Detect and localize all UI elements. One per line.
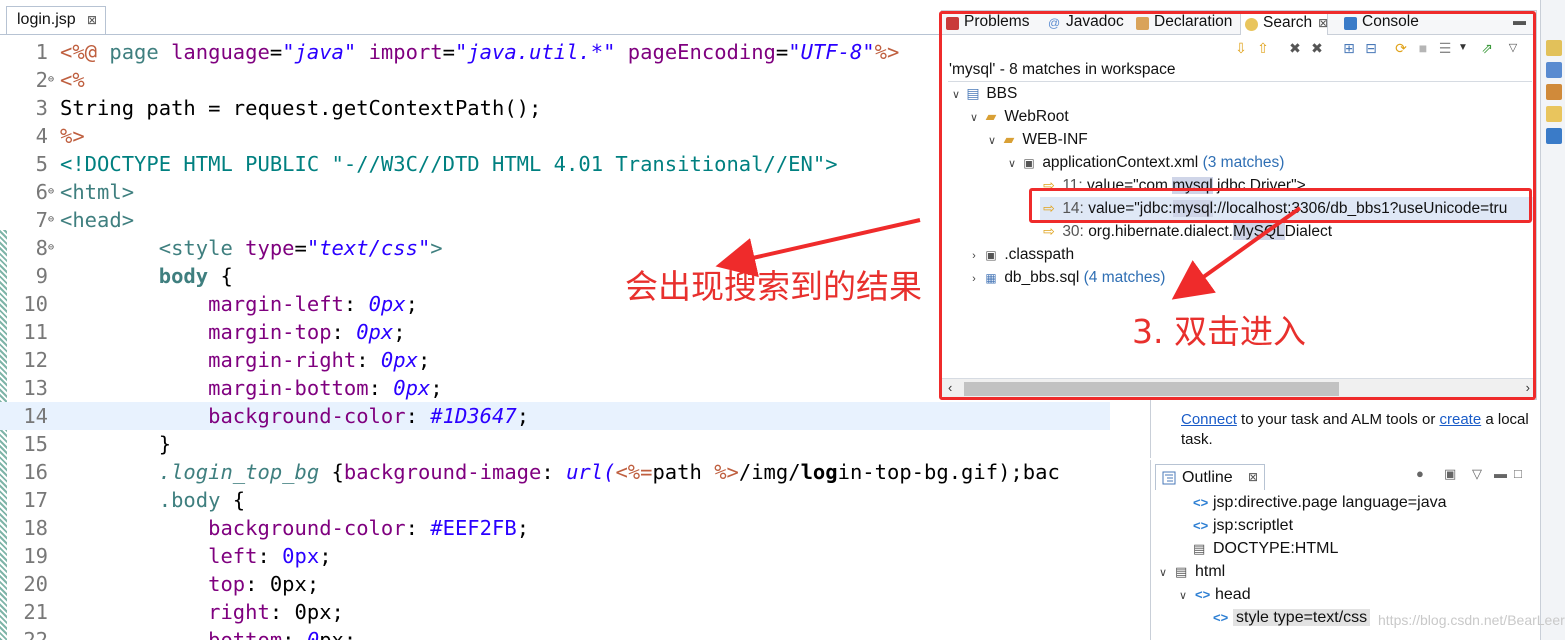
line-number: 14	[23, 404, 48, 428]
line-number: 20	[23, 572, 48, 596]
code-line[interactable]: 17 .body {	[0, 486, 1110, 514]
code-text: body {	[158, 264, 233, 288]
code-text: .login_top_bg {background-image: url(<%=…	[158, 460, 1060, 484]
code-text: .body {	[158, 488, 246, 512]
console-icon[interactable]	[1546, 128, 1562, 144]
html-element-icon: ▤	[1175, 564, 1188, 579]
code-line[interactable]: 18 background-color: #EEF2FB;	[0, 514, 1110, 542]
line-number: 22	[23, 628, 48, 640]
code-text: <style type="text/css">	[158, 236, 443, 260]
create-link[interactable]: create	[1439, 411, 1481, 428]
outline-item[interactable]: ∨ ▤ html	[1159, 563, 1225, 586]
editor-tab-login-jsp[interactable]: login.jsp ⊠	[6, 6, 106, 34]
annotation-double-click: 3. 双击进入	[1132, 312, 1306, 351]
line-number: 11	[23, 320, 48, 344]
outline-item[interactable]: <> jsp:directive.page language=java	[1177, 494, 1447, 517]
html-element-icon: <>	[1195, 587, 1211, 602]
task-list-panel: Connect to your task and ALM tools or cr…	[1150, 400, 1540, 458]
code-text: margin-right: 0px;	[208, 348, 431, 372]
annotation-box-match	[1029, 188, 1532, 223]
line-number: 21	[23, 600, 48, 624]
code-line[interactable]: 15 }	[0, 430, 1110, 458]
task-panel-text: Connect to your task and ALM tools or cr…	[1181, 410, 1541, 450]
close-icon[interactable]: ⊠	[87, 13, 97, 27]
javadoc-icon[interactable]	[1546, 62, 1562, 78]
outline-item[interactable]: <> jsp:scriptlet	[1177, 517, 1293, 540]
line-number: 6	[35, 180, 48, 204]
code-text: <!DOCTYPE HTML PUBLIC "-//W3C//DTD HTML …	[60, 152, 838, 176]
line-number: 9	[35, 264, 48, 288]
code-text: left: 0px;	[208, 544, 332, 568]
view-menu-icon[interactable]: ▽	[1472, 466, 1482, 482]
code-line[interactable]: 22 bottom: 0px;	[0, 626, 1110, 640]
fold-icon[interactable]: ⊖	[48, 206, 54, 234]
code-text: right: 0px;	[208, 600, 344, 624]
code-line[interactable]: 19 left: 0px;	[0, 542, 1110, 570]
outline-item[interactable]: ▤ DOCTYPE:HTML	[1177, 540, 1338, 563]
task-panel-middle: to your task and ALM tools or	[1236, 411, 1440, 428]
line-number: 4	[35, 124, 48, 148]
code-line-current[interactable]: 14 background-color: #1D3647;	[0, 402, 1110, 430]
line-number: 16	[23, 460, 48, 484]
connect-link[interactable]: Connect	[1181, 411, 1237, 428]
code-text: String path = request.getContextPath();	[60, 96, 542, 120]
line-number: 2	[35, 68, 48, 92]
fold-icon[interactable]: ⊖	[48, 66, 54, 94]
code-line[interactable]: 16 .login_top_bg {background-image: url(…	[0, 458, 1110, 486]
line-number: 17	[23, 488, 48, 512]
line-number: 7	[35, 208, 48, 232]
editor-tab-label: login.jsp	[17, 11, 76, 28]
outline-toolbar: ● ▣ ▽ ▬ □	[1416, 466, 1536, 486]
search-icon[interactable]	[1546, 106, 1562, 122]
code-text: <%	[60, 68, 85, 92]
declaration-icon[interactable]	[1546, 84, 1562, 100]
jsp-tag-icon: <>	[1193, 495, 1209, 510]
code-text: background-color: #EEF2FB;	[208, 516, 530, 540]
right-trim-bar	[1540, 0, 1565, 640]
outline-item[interactable]: ∨ <> head	[1179, 586, 1251, 609]
maximize-icon[interactable]: □	[1514, 466, 1522, 481]
code-text: <html>	[60, 180, 135, 204]
jsp-tag-icon: <>	[1193, 518, 1209, 533]
chevron-down-icon[interactable]: ∨	[1159, 566, 1175, 579]
tab-outline[interactable]: Outline ⊠	[1155, 464, 1265, 490]
close-icon[interactable]: ⊠	[1248, 470, 1258, 484]
watermark: https://blog.csdn.net/BearLeer	[1378, 612, 1565, 628]
code-text: margin-left: 0px;	[208, 292, 418, 316]
code-text: margin-bottom: 0px;	[208, 376, 443, 400]
code-line[interactable]: 20 top: 0px;	[0, 570, 1110, 598]
line-number: 15	[23, 432, 48, 456]
fold-icon[interactable]: ⊖	[48, 234, 54, 262]
code-text: }	[60, 432, 172, 456]
code-text: top: 0px;	[208, 572, 320, 596]
fold-icon[interactable]: ⊖	[48, 178, 54, 206]
code-text: %>	[60, 124, 85, 148]
line-number: 10	[23, 292, 48, 316]
outline-icon	[1162, 471, 1176, 485]
code-text: <head>	[60, 208, 135, 232]
line-number: 19	[23, 544, 48, 568]
outline-tab-label: Outline	[1182, 469, 1233, 486]
line-number: 5	[35, 152, 48, 176]
line-number: 12	[23, 348, 48, 372]
doctype-icon: ▤	[1193, 541, 1206, 556]
filter-icon[interactable]: ●	[1416, 466, 1424, 481]
line-number: 18	[23, 516, 48, 540]
html-element-icon: <>	[1213, 610, 1229, 625]
line-number: 3	[35, 96, 48, 120]
outline-item-selected[interactable]: <> style type=text/css	[1197, 609, 1371, 632]
code-text: background-color: #1D3647;	[208, 404, 530, 428]
line-number: 8	[35, 236, 48, 260]
line-number: 1	[35, 40, 48, 64]
restore-icon[interactable]	[1546, 40, 1562, 56]
chevron-down-icon[interactable]: ∨	[1179, 589, 1195, 602]
line-number: 13	[23, 376, 48, 400]
code-text: bottom: 0px;	[208, 628, 357, 640]
code-line[interactable]: 21 right: 0px;	[0, 598, 1110, 626]
annotation-search-result: 会出现搜索到的结果	[625, 267, 922, 306]
minimize-icon[interactable]: ▬	[1494, 466, 1507, 481]
code-text: margin-top: 0px;	[208, 320, 406, 344]
collapse-all-icon[interactable]: ▣	[1444, 466, 1456, 482]
code-text: <%@ page language="java" import="java.ut…	[60, 40, 900, 64]
